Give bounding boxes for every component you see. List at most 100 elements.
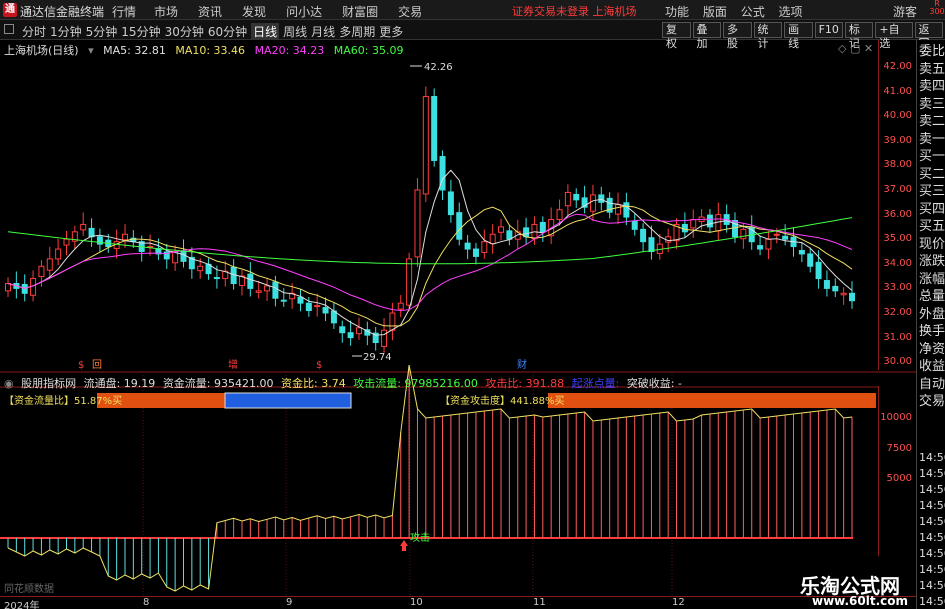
side-item[interactable]: 外盘 [919, 307, 945, 323]
price-axis: 42.00 41.00 40.00 39.00 38.00 37.00 36.00 35.00… [878, 40, 916, 370]
event-marker: 财 [517, 358, 527, 371]
price-tick: 34.00 [883, 257, 912, 269]
candle-body [481, 241, 488, 253]
candle-body [648, 237, 655, 252]
dropdown-icon[interactable]: ▾ [88, 44, 94, 57]
candle-body [823, 280, 830, 289]
candle-body [355, 327, 362, 335]
side-item[interactable]: 自动 [919, 377, 945, 393]
trade-time: 14:56 [919, 579, 945, 592]
price-tick: 39.00 [883, 134, 912, 146]
close-icon[interactable]: ✕ [864, 42, 873, 55]
ma60-label: MA60: 35.09 [333, 44, 404, 57]
event-marker: $ [78, 360, 84, 371]
event-marker: $ [316, 360, 322, 371]
ma-line [7, 169, 853, 336]
candle-body [782, 235, 789, 240]
trade-time: 14:56 [919, 547, 945, 560]
price-tick: 36.00 [883, 208, 912, 220]
side-item[interactable]: 涨跌 [919, 254, 945, 270]
date-tick: 12 [672, 597, 685, 608]
side-item[interactable]: 买一 [919, 149, 945, 165]
attack-arrow-icon [400, 540, 408, 551]
indicator-axis: 10000 7500 5000 [878, 386, 916, 556]
indicator-tick: 7500 [886, 443, 912, 454]
candle-body [589, 194, 596, 212]
side-item[interactable]: 买四 [919, 202, 945, 218]
candle-body [264, 285, 271, 292]
price-tick: 32.00 [883, 307, 912, 318]
candle-body [80, 223, 87, 231]
price-tick: 40.00 [883, 110, 912, 122]
candle-body [690, 219, 697, 229]
side-item[interactable]: 卖四 [919, 79, 945, 95]
price-tick: 38.00 [883, 159, 912, 171]
attack-tag: 攻击 [410, 531, 430, 544]
side-item[interactable]: 收益 [919, 359, 945, 375]
candle-body [297, 296, 304, 304]
candle-body [247, 273, 254, 289]
indicator-toggle-icon[interactable]: ◉ [4, 377, 14, 390]
side-item[interactable]: 买三 [919, 184, 945, 200]
date-tick: 2024年 [4, 601, 40, 609]
side-item[interactable]: 卖三 [919, 97, 945, 113]
side-item[interactable]: 现价 [919, 237, 945, 253]
side-item[interactable]: 交易 [919, 394, 945, 410]
candle-body [55, 248, 62, 260]
chart-controls: ◇ ▢ ✕ [838, 42, 873, 55]
trade-time: 14:56 [919, 595, 945, 608]
ma-legend: 上海机场(日线) ▾ MA5: 32.81 MA10: 33.46 MA20: … [4, 42, 410, 58]
side-item[interactable]: 卖二 [919, 114, 945, 130]
ma-line [7, 213, 853, 312]
candle-body [498, 226, 505, 233]
candle-body [849, 292, 855, 302]
trade-time: 14:56 [919, 451, 945, 464]
candle-body [389, 312, 396, 331]
candle-body [422, 96, 429, 195]
price-tick: 41.00 [883, 85, 912, 97]
date-tick: 8 [143, 597, 150, 608]
candle-body [255, 290, 262, 293]
candle-body [623, 202, 630, 218]
low-price-label: 29.74 [363, 352, 392, 363]
candle-body [506, 230, 513, 240]
candle-body [840, 292, 847, 296]
trade-time: 14:56 [919, 531, 945, 544]
side-item[interactable]: 买二 [919, 167, 945, 183]
candle-body [63, 238, 70, 246]
breakout-return: 突破收益: - [626, 377, 682, 390]
price-tick: 30.00 [883, 356, 912, 368]
candle-body [598, 194, 605, 203]
data-source-label: 同花顺数据 [4, 582, 54, 595]
candle-body [381, 329, 388, 347]
side-item[interactable]: 买五 [919, 219, 945, 235]
candle-body [523, 227, 530, 238]
side-item[interactable]: 总量 [919, 289, 945, 305]
expand-icon[interactable]: ▢ [850, 42, 860, 55]
candle-body [798, 250, 805, 255]
settings-icon[interactable]: ◇ [838, 42, 846, 55]
side-item[interactable]: 涨幅 [919, 272, 945, 288]
candle-body [397, 302, 404, 310]
candle-body [640, 228, 647, 243]
price-chart[interactable]: 42.26 29.74 $ 回 增 $ 财【资金流量比】51.87%买 【资金攻击度】441.… [0, 0, 916, 609]
attack-degree-label: 【资金攻击度】441.88%买 [440, 394, 565, 407]
side-item[interactable]: 卖一 [919, 132, 945, 148]
candle-body [431, 96, 438, 161]
candle-body [197, 265, 204, 272]
candle-body [556, 209, 563, 221]
side-item[interactable]: 卖五 [919, 62, 945, 78]
candle-body [447, 191, 454, 216]
watermark-url: www.60lt.com [812, 594, 909, 608]
price-tick: 31.00 [883, 331, 912, 343]
candle-body [472, 248, 479, 257]
back-button[interactable]: 返回 [914, 22, 944, 50]
side-item[interactable]: 净资 [919, 342, 945, 358]
candle-body [681, 223, 688, 233]
ma5-label: MA5: 32.81 [103, 44, 166, 57]
indicator-name[interactable]: 股朋指标网 [21, 377, 76, 390]
side-item[interactable]: 委比 [919, 44, 945, 60]
candle-body [456, 212, 463, 240]
start-point: 起涨点量: [571, 377, 620, 390]
side-item[interactable]: 换手 [919, 324, 945, 340]
